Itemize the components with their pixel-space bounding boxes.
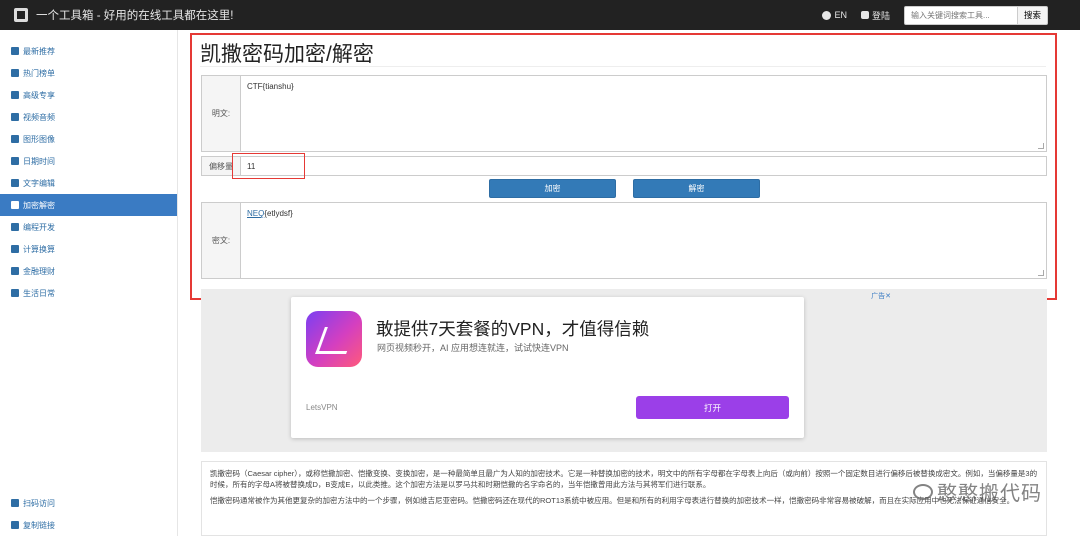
sidebar-item[interactable]: 文字编辑 — [0, 172, 177, 194]
sidebar-item[interactable]: 金融理财 — [0, 260, 177, 282]
wechat-icon — [913, 483, 933, 500]
offset-highlight-box — [232, 153, 305, 179]
top-navbar: 一个工具箱 - 好用的在线工具都在这里! EN 登陆 搜索 — [0, 0, 1080, 30]
exchange-icon — [11, 245, 19, 253]
code-icon — [11, 223, 19, 231]
money-icon — [11, 267, 19, 275]
ad-subtext: 网页视频秒开，AI 应用想连就连，试试快连VPN — [377, 343, 569, 353]
sidebar-item[interactable]: 视频音频 — [0, 106, 177, 128]
ciphertext-textarea[interactable]: NEQ{etlydsf} — [241, 203, 1046, 278]
ciphertext-label: 密文: — [202, 203, 241, 278]
plaintext-label: 明文: — [202, 76, 241, 151]
grid-icon — [11, 289, 19, 297]
site-title[interactable]: 一个工具箱 - 好用的在线工具都在这里! — [36, 7, 233, 23]
ad-open-button[interactable]: 打开 — [636, 396, 789, 419]
film-icon — [11, 113, 19, 121]
resize-handle-icon[interactable] — [1038, 143, 1044, 149]
sidebar-item-label: 加密解密 — [23, 200, 55, 210]
image-icon — [11, 135, 19, 143]
sidebar: 最新推荐热门榜单高级专享视频音频图形图像日期时间文字编辑加密解密编程开发计算换算… — [0, 30, 178, 536]
offset-row: 偏移量 11 — [201, 156, 1047, 176]
sidebar-item-label: 日期时间 — [23, 156, 55, 166]
sidebar-item[interactable]: 图形图像 — [0, 128, 177, 150]
home-icon — [11, 47, 19, 55]
sidebar-item[interactable]: 热门榜单 — [0, 62, 177, 84]
sidebar-item-label: 图形图像 — [23, 134, 55, 144]
sidebar-item-label: 编程开发 — [23, 222, 55, 232]
link-icon — [11, 521, 19, 529]
sidebar-item-label: 高级专享 — [23, 90, 55, 100]
language-switch[interactable]: EN — [822, 10, 847, 20]
ad-banner: 广告✕ 敢提供7天套餐的VPN，才值得信赖 网页视频秒开，AI 应用想连就连，试… — [201, 289, 1047, 452]
ciphertext-value-prefix: NEQ — [247, 209, 265, 218]
sidebar-item-label: 计算换算 — [23, 244, 55, 254]
ad-brand: LetsVPN — [306, 403, 338, 412]
lock-icon — [11, 201, 19, 209]
search-group: 搜索 — [904, 5, 1048, 25]
qrcode-icon — [11, 499, 19, 507]
sidebar-item-label: 最新推荐 — [23, 46, 55, 56]
decrypt-button[interactable]: 解密 — [633, 179, 760, 198]
sidebar-bottom: 扫码访问 复制链接 — [0, 492, 178, 536]
sidebar-item[interactable]: 生活日常 — [0, 282, 177, 304]
sidebar-item-label: 生活日常 — [23, 288, 55, 298]
sidebar-bottom-item[interactable]: 复制链接 — [0, 514, 178, 536]
watermark: 憨憨搬代码 — [913, 477, 1042, 506]
sidebar-item-label: 文字编辑 — [23, 178, 55, 188]
sidebar-item[interactable]: 高级专享 — [0, 84, 177, 106]
sidebar-nav: 最新推荐热门榜单高级专享视频音频图形图像日期时间文字编辑加密解密编程开发计算换算… — [0, 40, 177, 304]
ciphertext-value-rest: {etlydsf} — [264, 209, 293, 218]
language-label: EN — [834, 10, 847, 20]
vpn-app-icon — [306, 311, 362, 367]
sidebar-bottom-label: 复制链接 — [23, 520, 55, 530]
login-label: 登陆 — [871, 10, 890, 21]
ad-headline: 敢提供7天套餐的VPN，才值得信赖 — [376, 319, 650, 339]
plaintext-row: 明文: CTF{tianshu} — [201, 75, 1047, 152]
sidebar-item[interactable]: 加密解密 — [0, 194, 177, 216]
ciphertext-row: 密文: NEQ{etlydsf} — [201, 202, 1047, 279]
resize-handle-icon[interactable] — [1038, 270, 1044, 276]
flag-icon — [11, 69, 19, 77]
watermark-text: 憨憨搬代码 — [937, 483, 1042, 505]
plaintext-textarea[interactable]: CTF{tianshu} — [241, 76, 1046, 151]
encrypt-button[interactable]: 加密 — [489, 179, 616, 198]
toolbox-logo-icon[interactable] — [14, 8, 28, 22]
calendar-icon — [11, 157, 19, 165]
globe-icon — [822, 10, 832, 20]
offset-input[interactable]: 11 — [241, 157, 1046, 175]
sidebar-bottom-item[interactable]: 扫码访问 — [0, 492, 178, 514]
ad-card[interactable]: 敢提供7天套餐的VPN，才值得信赖 网页视频秒开，AI 应用想连就连，试试快连V… — [291, 297, 804, 438]
heart-icon — [11, 91, 19, 99]
text-icon — [11, 179, 19, 187]
search-input[interactable] — [904, 5, 1018, 25]
sidebar-bottom-label: 扫码访问 — [23, 498, 55, 508]
top-right-group: EN 登陆 搜索 — [822, 0, 1080, 30]
user-icon — [860, 11, 869, 19]
sidebar-item-label: 视频音频 — [23, 112, 55, 122]
login-link[interactable]: 登陆 — [860, 9, 890, 22]
sidebar-item[interactable]: 日期时间 — [0, 150, 177, 172]
search-button[interactable]: 搜索 — [1018, 5, 1048, 25]
plaintext-value: CTF{tianshu} — [247, 82, 294, 91]
ad-close-marker[interactable]: 广告✕ — [871, 291, 891, 301]
sidebar-item[interactable]: 计算换算 — [0, 238, 177, 260]
sidebar-item[interactable]: 最新推荐 — [0, 40, 177, 62]
sidebar-item[interactable]: 编程开发 — [0, 216, 177, 238]
sidebar-item-label: 金融理财 — [23, 266, 55, 276]
sidebar-item-label: 热门榜单 — [23, 68, 55, 78]
